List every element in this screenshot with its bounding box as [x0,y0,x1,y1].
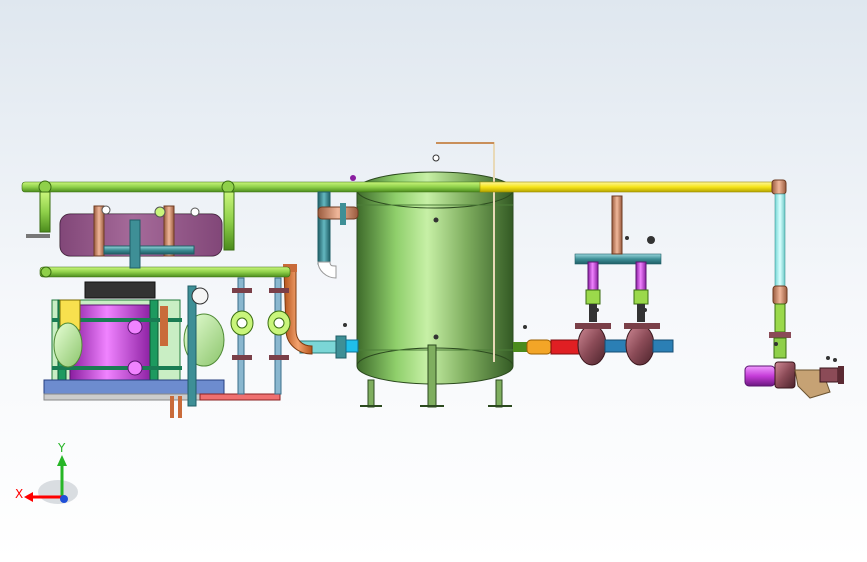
mid-green-pipe[interactable] [39,266,291,278]
right-riser-pipe[interactable] [769,193,791,359]
y-axis-label: Y [57,441,66,455]
tank-outlet-line[interactable] [513,323,674,366]
heat-exchanger[interactable] [26,191,235,269]
orientation-triad[interactable]: X Y [15,441,78,504]
tank-inlet-pipe[interactable] [299,191,359,359]
center-pump-manifold[interactable] [574,195,662,322]
assembly-drawing: X Y [15,142,844,504]
x-axis-label: X [15,487,23,501]
middle-valve-column-1[interactable] [230,277,254,395]
top-header-pipe[interactable] [21,179,787,195]
cad-viewport[interactable]: X Y [0,0,867,562]
left-skid[interactable] [43,281,281,418]
right-pump-strainer[interactable] [744,358,844,399]
